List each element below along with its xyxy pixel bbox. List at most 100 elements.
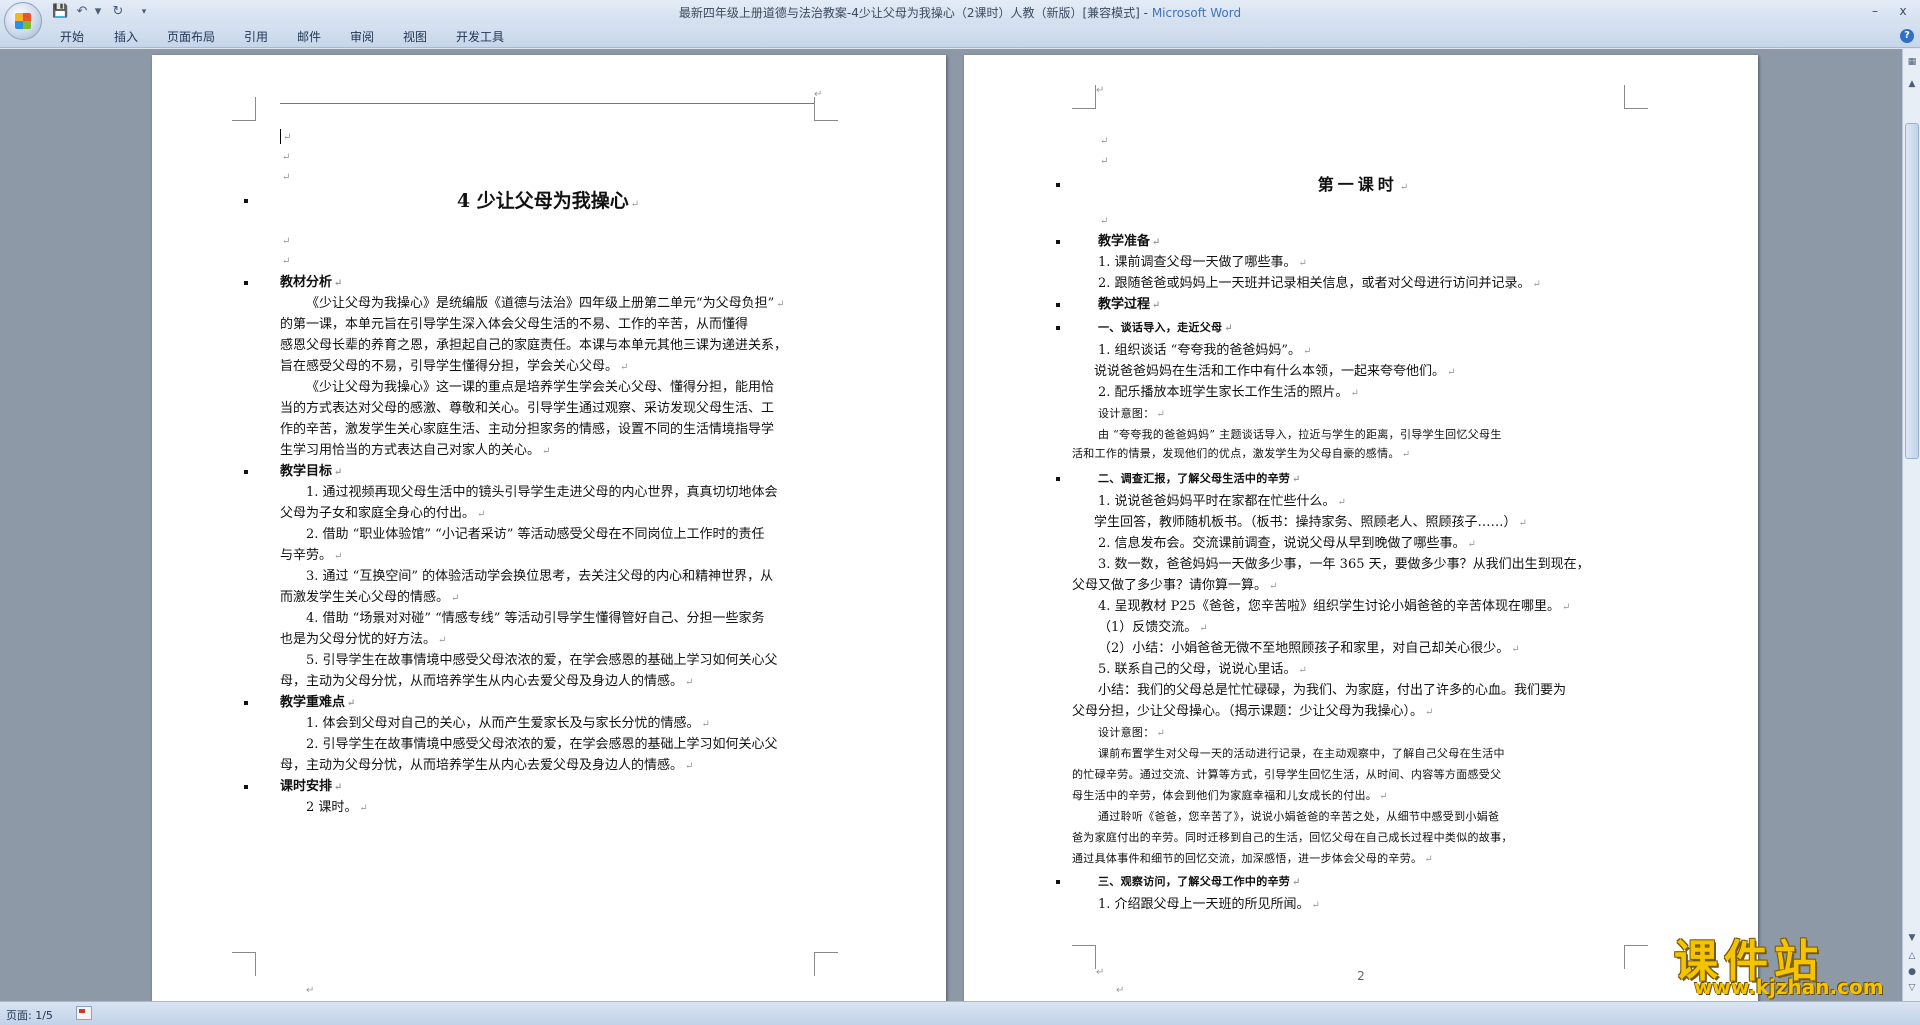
paragraph-line: 的第一课，本单元旨在引导学生深入体会父母生活的不易、工作的辛苦，从而懂得 [280, 317, 749, 332]
paragraph-line: 由 “夸夸我的爸爸妈妈” 主题谈话导入，拉近与学生的距离，引导学生回忆父母生 [1098, 428, 1502, 441]
empty-line: ↵ [1100, 156, 1109, 167]
period-title: 第一课时 [1317, 175, 1398, 194]
paragraph-line: 4. 借助 “场景对对碰” “情感专线” 等活动引导学生懂得管好自己、分担一些家… [306, 611, 765, 626]
tab-references[interactable]: 引用 [244, 28, 268, 45]
paragraph-line: 父母又做了多少事？请你算一算。 ↵ [1072, 578, 1278, 593]
paragraph-line: 2. 跟随爸爸或妈妈上一天班并记录相关信息，或者对父母进行访问并记录。 ↵ [1098, 276, 1541, 291]
section-heading: 教学过程 ↵ [1056, 295, 1628, 315]
paragraph-mark: ↵ [306, 985, 315, 996]
proofing-status-icon[interactable] [76, 1006, 92, 1020]
scroll-up-icon[interactable]: ▲ [1905, 77, 1919, 91]
list-bullet [244, 199, 248, 203]
paragraph-line: 设计意图： ↵ [1098, 407, 1166, 420]
paragraph-line: 《少让父母为我操心》这一课的重点是培养学生学会关心父母、懂得分担，能用恰 [306, 380, 775, 395]
document-page-1[interactable]: ↵ ↵ ↵ ↵ 4 少让父母为我操心 ↵ ↵ ↵ 教材分析 ↵ 《少让父母为我操心》… [152, 55, 946, 1001]
paragraph-line: 1. 通过视频再现父母生活中的镜头引导学生走进父母的内心世界，真真切切地体会 [306, 485, 778, 500]
empty-line: ↵ [282, 256, 291, 267]
paragraph-mark: ↵ [814, 89, 823, 100]
paragraph-line: 3. 通过 “互换空间” 的体验活动学会换位思考，去关注父母的内心和精神世界，从 [306, 569, 774, 584]
paragraph-line: 当的方式表达对父母的感激、尊敬和关心。引导学生通过观察、采访发现父母生活、工 [280, 401, 775, 416]
watermark-url: www.kjzhan.com [1694, 975, 1884, 999]
crop-mark [1624, 85, 1648, 109]
section-heading: 课时安排 ↵ [244, 777, 816, 797]
page-number: 2 [1357, 969, 1365, 983]
paragraph-line: 1. 组织谈话 “夸夸我的爸爸妈妈”。 ↵ [1098, 343, 1312, 358]
crop-mark [814, 952, 838, 976]
paragraph-line: 2 课时。 ↵ [306, 800, 368, 815]
paragraph-line: 小结：我们的父母总是忙忙碌碌，为我们、为家庭，付出了许多的心血。我们要为 [1098, 683, 1567, 698]
paragraph-line: 2. 借助 “职业体验馆” “小记者采访” 等活动感受父母在不同岗位上工作时的责… [306, 527, 765, 542]
paragraph-line: 母，主动为父母分忧，从而培养学生从内心去爱父母及身边人的情感。 ↵ [280, 674, 694, 689]
section-heading: 教学重难点 ↵ [244, 693, 816, 713]
paragraph-line: 而激发学生关心父母的情感。 ↵ [280, 590, 460, 605]
paragraph-line: 生学习用恰当的方式表达自己对家人的关心。 ↵ [280, 443, 551, 458]
paragraph-line: 父母分担，少让父母操心。（揭示课题：少让父母为我操心）。 ↵ [1072, 704, 1434, 719]
paragraph-line: 学生回答，教师随机板书。（板书：操持家务、照顾老人、照顾孩子……） ↵ [1094, 515, 1527, 530]
paragraph-line: 的忙碌辛劳。通过交流、计算等方式，引导学生回忆生活，从时间、内容等方面感受父 [1072, 768, 1502, 781]
paragraph-line: 1. 介绍跟父母上一天班的所见所闻。 ↵ [1098, 897, 1320, 912]
tab-insert[interactable]: 插入 [114, 28, 138, 45]
crop-mark [1072, 85, 1096, 109]
paragraph-line: 4. 呈现教材 P25《爸爸，您辛苦啦》组织学生讨论小娟爸爸的辛苦体现在哪里。 ↵ [1098, 599, 1571, 614]
tab-mailings[interactable]: 邮件 [297, 28, 321, 45]
paragraph-line: 2. 配乐播放本班学生家长工作生活的照片。 ↵ [1098, 385, 1359, 400]
section-heading: 教材分析 ↵ [244, 273, 816, 293]
office-button[interactable] [4, 2, 42, 40]
paragraph-line: 说说爸爸妈妈在生活和工作中有什么本领，一起来夸夸他们。 ↵ [1094, 364, 1456, 379]
paragraph-line: 感恩父母长辈的养育之恩，承担起自己的家庭责任。本课与本单元其他三课为递进关系， [280, 338, 788, 353]
paragraph-line: 1. 说说爸爸妈妈平时在家都在忙些什么。 ↵ [1098, 494, 1346, 509]
paragraph-line: 与辛劳。 ↵ [280, 548, 343, 563]
empty-line: ↵ [282, 152, 291, 163]
paragraph-line: 5. 联系自己的父母，说说心里话。 ↵ [1098, 662, 1307, 677]
office-logo-icon [15, 13, 31, 29]
paragraph-mark: ↵ [1096, 967, 1105, 978]
paragraph-line: 2. 引导学生在故事情境中感受父母浓浓的爱，在学会感恩的基础上学习如何关心父 [306, 737, 778, 752]
section-heading: 三、观察访问，了解父母工作中的辛劳 ↵ [1056, 872, 1628, 892]
section-heading: 一、谈话导入，走近父母 ↵ [1056, 318, 1628, 338]
section-heading: 教学准备 ↵ [1056, 232, 1628, 252]
watermark-logo: 课件站 www.kjzhan.com [1660, 925, 1920, 999]
ribbon-tab-bar: 开始 插入 页面布局 引用 邮件 审阅 视图 开发工具 ? [0, 24, 1920, 48]
text-cursor-line: ↵ [280, 127, 816, 147]
lesson-title-line: 第一课时 ↵ [1056, 175, 1628, 201]
tab-review[interactable]: 审阅 [350, 28, 374, 45]
page-1-body[interactable]: ↵ ↵ ↵ 4 少让父母为我操心 ↵ ↵ ↵ 教材分析 ↵ 《少让父母为我操心》是统… [244, 127, 816, 887]
paragraph-line: （1）反馈交流。 ↵ [1098, 620, 1208, 635]
scrollbar-thumb[interactable] [1905, 123, 1919, 459]
lesson-title-line: 4 少让父母为我操心 ↵ [244, 190, 816, 221]
paragraph-line: （2）小结：小娟爸爸无微不至地照顾孩子和家里，对自己却关心很少。 ↵ [1098, 641, 1520, 656]
paragraph-line: 母，主动为父母分忧，从而培养学生从内心去爱父母及身边人的情感。 ↵ [280, 758, 694, 773]
page-2-body[interactable]: ↵ ↵ 第一课时 ↵ ↵ 教学准备 ↵ 1. 课前调查父母一天做了哪些事。 ↵ 2. … [1056, 131, 1628, 931]
document-title: 最新四年级上册道德与法治教案-4少让父母为我操心（2课时）人教（新版）[兼容模式… [678, 6, 1140, 20]
help-icon[interactable]: ? [1900, 29, 1914, 43]
title-bar: 💾 ↶ ▾ ↻ ▾ 最新四年级上册道德与法治教案-4少让父母为我操心（2课时）人… [0, 0, 1920, 40]
vertical-scrollbar[interactable]: ▦ ▲ ▼ △ ● ▽ [1902, 49, 1920, 1001]
paragraph-line: 课前布置学生对父母一天的活动进行记录，在主动观察中，了解自己父母在生活中 [1098, 747, 1505, 760]
lesson-title: 4 少让父母为我操心 [456, 190, 629, 212]
page-count-indicator[interactable]: 页面: 1/5 [6, 1007, 53, 1023]
section-heading: 二、调查汇报，了解父母生活中的辛劳 ↵ [1056, 469, 1628, 489]
tab-home[interactable]: 开始 [60, 28, 84, 45]
paragraph-line: 旨在感受父母的不易，引导学生懂得分担，学会关心父母。 ↵ [280, 359, 629, 374]
status-bar: 页面: 1/5 [0, 1001, 1920, 1025]
close-button[interactable]: x [1890, 2, 1916, 20]
tab-page-layout[interactable]: 页面布局 [167, 28, 215, 45]
paragraph-line: 母生活中的辛劳，体会到他们为家庭幸福和儿女成长的付出。 ↵ [1072, 789, 1388, 802]
crop-mark [814, 97, 838, 121]
ruler-toggle-icon[interactable]: ▦ [1905, 55, 1919, 69]
document-workspace[interactable]: ↵ ↵ ↵ ↵ 4 少让父母为我操心 ↵ ↵ ↵ 教材分析 ↵ 《少让父母为我操心》… [0, 49, 1902, 1001]
paragraph-line: 作的辛苦，激发学生关心家庭生活、主动分担家务的情感，设置不同的生活情境指导学 [280, 422, 775, 437]
window-title: 最新四年级上册道德与法治教案-4少让父母为我操心（2课时）人教（新版）[兼容模式… [678, 6, 1242, 20]
paragraph-line: 《少让父母为我操心》是统编版《道德与法治》四年级上册第二单元“为父母负担” ↵ [306, 296, 785, 311]
tab-developer[interactable]: 开发工具 [456, 28, 504, 45]
paragraph-line: 设计意图： ↵ [1098, 726, 1166, 739]
document-page-2[interactable]: ↵ ↵ ↵ 第一课时 ↵ ↵ 教学准备 ↵ 1. 课前调查父母一天做了哪些事。 ↵ 2… [964, 55, 1758, 1001]
crop-mark [1624, 945, 1648, 969]
paragraph-mark: ↵ [1096, 85, 1105, 96]
minimize-button[interactable]: – [1862, 2, 1888, 20]
header-rule [280, 103, 814, 104]
tab-view[interactable]: 视图 [403, 28, 427, 45]
paragraph-line: 1. 课前调查父母一天做了哪些事。 ↵ [1098, 255, 1307, 270]
crop-mark [232, 97, 256, 121]
paragraph-line: 活和工作的情景，发现他们的优点，激发学生为父母自豪的感情。 ↵ [1072, 447, 1411, 460]
